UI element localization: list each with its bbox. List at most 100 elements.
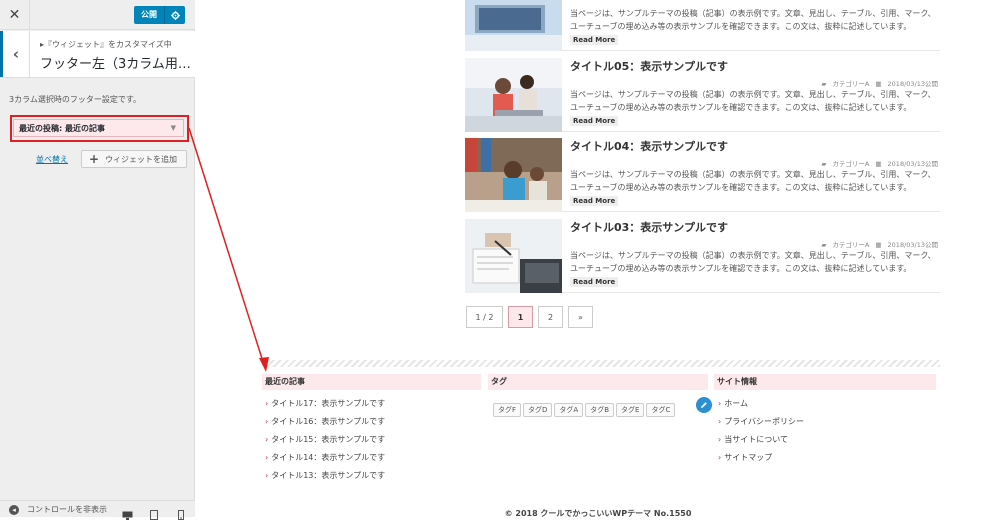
post-title[interactable]: タイトル05：表示サンプルです	[570, 58, 728, 74]
post-title[interactable]: タイトル03：表示サンプルです	[570, 219, 728, 235]
list-item-label[interactable]: 当サイトについて	[724, 435, 788, 444]
section-title: フッター左（3カラム用…	[40, 57, 191, 72]
post-excerpt-text: 当ページは、サンプルテーマの投稿（記事）の表示例です。文章、見出し、テーブル、引…	[570, 251, 936, 273]
desktop-preview-icon[interactable]	[122, 505, 133, 524]
calendar-icon: ▦	[875, 80, 882, 88]
back-arrow-icon[interactable]: ‹	[0, 31, 30, 77]
page-info: 1 / 2	[466, 306, 503, 328]
list-item[interactable]: › ホーム	[718, 395, 804, 413]
post-category[interactable]: カテゴリーA	[832, 80, 869, 88]
list-item[interactable]: › タイトル13：表示サンプルです	[265, 467, 385, 485]
page-2-link[interactable]: 2	[538, 306, 563, 328]
section-header: ‹ ▸『ウィジェット』をカスタマイズ中 フッター左（3カラム用…	[0, 31, 195, 78]
chevron-right-icon: ›	[265, 453, 269, 462]
chevron-right-icon: ›	[265, 417, 269, 426]
tag-item[interactable]: タグB	[585, 403, 615, 417]
read-more-button[interactable]: Read More	[570, 196, 619, 206]
list-item[interactable]: › サイトマップ	[718, 449, 804, 467]
breadcrumb-text: 『ウィジェット』をカスタマイズ中	[44, 40, 172, 49]
list-item[interactable]: › タイトル16：表示サンプルです	[265, 413, 385, 431]
footer-site-heading: サイト情報	[714, 374, 936, 390]
post-meta: ▰ カテゴリーA ▦ 2018/03/13公開	[815, 239, 938, 249]
breadcrumb: ▸『ウィジェット』をカスタマイズ中	[40, 40, 172, 49]
calendar-icon: ▦	[875, 241, 882, 249]
list-item-label[interactable]: ホーム	[724, 399, 748, 408]
folder-icon: ▰	[821, 241, 827, 249]
list-item[interactable]: › タイトル15：表示サンプルです	[265, 431, 385, 449]
mobile-preview-icon[interactable]	[178, 505, 184, 524]
tag-item[interactable]: タグC	[646, 403, 676, 417]
footer-recent-list: › タイトル17：表示サンプルです › タイトル16：表示サンプルです › タイトル1…	[265, 395, 385, 485]
read-more-button[interactable]: Read More	[570, 277, 619, 287]
read-more-button[interactable]: Read More	[570, 116, 619, 126]
tag-item[interactable]: タグE	[616, 403, 645, 417]
post-thumbnail[interactable]	[465, 138, 562, 212]
list-item[interactable]: › タイトル17：表示サンプルです	[265, 395, 385, 413]
customizer-header-bar: ✕ 公開	[0, 0, 195, 30]
chevron-right-icon: ›	[718, 453, 722, 462]
folder-icon: ▰	[821, 160, 827, 168]
post-thumbnail[interactable]	[465, 58, 562, 132]
list-item-label[interactable]: タイトル16：表示サンプルです	[271, 417, 385, 426]
post-card[interactable]: タイトル05：表示サンプルです ▰ カテゴリーA ▦ 2018/03/13公開 当ペー…	[465, 54, 940, 132]
list-item[interactable]: › プライバシーポリシー	[718, 413, 804, 431]
calendar-icon: ▦	[875, 160, 882, 168]
publish-label: 公開	[134, 6, 165, 24]
chevron-right-icon: ›	[265, 471, 269, 480]
gear-icon[interactable]	[165, 6, 185, 24]
read-more-button[interactable]: Read More	[570, 35, 619, 45]
list-item-label[interactable]: タイトル15：表示サンプルです	[271, 435, 385, 444]
tag-item[interactable]: タグD	[523, 403, 553, 417]
post-title[interactable]: タイトル04：表示サンプルです	[570, 138, 728, 154]
collapse-icon[interactable]: ◂	[9, 505, 19, 515]
pencil-icon[interactable]	[696, 397, 712, 413]
post-excerpt-text: 当ページは、サンプルテーマの投稿（記事）の表示例です。文章、見出し、テーブル、引…	[570, 90, 936, 112]
list-item-label[interactable]: サイトマップ	[724, 453, 772, 462]
tag-item[interactable]: タグF	[493, 403, 522, 417]
list-item-label[interactable]: タイトル17：表示サンプルです	[271, 399, 385, 408]
post-date: 2018/03/13公開	[887, 160, 938, 168]
post-thumbnail[interactable]	[465, 0, 562, 51]
plus-icon: +	[89, 152, 100, 166]
list-item-label[interactable]: タイトル14：表示サンプルです	[271, 453, 385, 462]
post-category[interactable]: カテゴリーA	[832, 241, 869, 249]
chevron-right-icon: ›	[265, 399, 269, 408]
list-item[interactable]: › 当サイトについて	[718, 431, 804, 449]
pagination: 1 / 2 1 2 »	[466, 306, 593, 328]
section-description: 3カラム選択時のフッター設定です。	[9, 95, 142, 104]
collapse-label[interactable]: コントロールを非表示	[27, 504, 107, 515]
tag-item[interactable]: タグA	[554, 403, 584, 417]
post-excerpt-text: 当ページは、サンプルテーマの投稿（記事）の表示例です。文章、見出し、テーブル、引…	[570, 9, 936, 31]
add-widget-button[interactable]: + ウィジェットを追加	[81, 150, 187, 168]
footer-divider	[262, 360, 940, 367]
highlight-annotation-box	[10, 115, 189, 142]
tag-cloud: タグF タグD タグA タグB タグE タグC	[493, 397, 683, 421]
reorder-link[interactable]: 並べ替え	[36, 154, 68, 165]
chevron-right-icon: ›	[265, 435, 269, 444]
list-item[interactable]: › タイトル14：表示サンプルです	[265, 449, 385, 467]
next-page-link[interactable]: »	[568, 306, 593, 328]
post-card[interactable]: タイトル04：表示サンプルです ▰ カテゴリーA ▦ 2018/03/13公開 当ペー…	[465, 134, 940, 212]
add-widget-label: ウィジェットを追加	[105, 154, 178, 164]
post-card[interactable]: タイトル03：表示サンプルです ▰ カテゴリーA ▦ 2018/03/13公開 当ペー…	[465, 215, 940, 293]
post-category[interactable]: カテゴリーA	[832, 160, 869, 168]
chevron-right-icon: ›	[718, 417, 722, 426]
publish-button[interactable]: 公開	[134, 6, 185, 24]
post-card[interactable]: 当ページは、サンプルテーマの投稿（記事）の表示例です。文章、見出し、テーブル、引…	[465, 0, 940, 51]
customizer-footer: ◂ コントロールを非表示	[0, 500, 195, 520]
folder-icon: ▰	[821, 80, 827, 88]
list-item-label[interactable]: タイトル13：表示サンプルです	[271, 471, 385, 480]
site-preview: 当ページは、サンプルテーマの投稿（記事）の表示例です。文章、見出し、テーブル、引…	[196, 0, 1000, 517]
close-icon[interactable]: ✕	[0, 0, 30, 30]
tablet-preview-icon[interactable]	[150, 505, 158, 524]
list-item-label[interactable]: プライバシーポリシー	[724, 417, 804, 426]
post-thumbnail[interactable]	[465, 219, 562, 293]
chevron-right-icon: ›	[718, 399, 722, 408]
post-excerpt-text: 当ページは、サンプルテーマの投稿（記事）の表示例です。文章、見出し、テーブル、引…	[570, 170, 936, 192]
post-excerpt: 当ページは、サンプルテーマの投稿（記事）の表示例です。文章、見出し、テーブル、引…	[570, 168, 940, 207]
page-current[interactable]: 1	[508, 306, 533, 328]
chevron-right-icon: ›	[718, 435, 722, 444]
footer-recent-heading: 最近の記事	[262, 374, 481, 390]
post-date: 2018/03/13公開	[887, 80, 938, 88]
customizer-sidebar: ✕ 公開 ‹ ▸『ウィジェット』をカスタマイズ中 フッター左（3カラム用… 3カ…	[0, 0, 195, 520]
